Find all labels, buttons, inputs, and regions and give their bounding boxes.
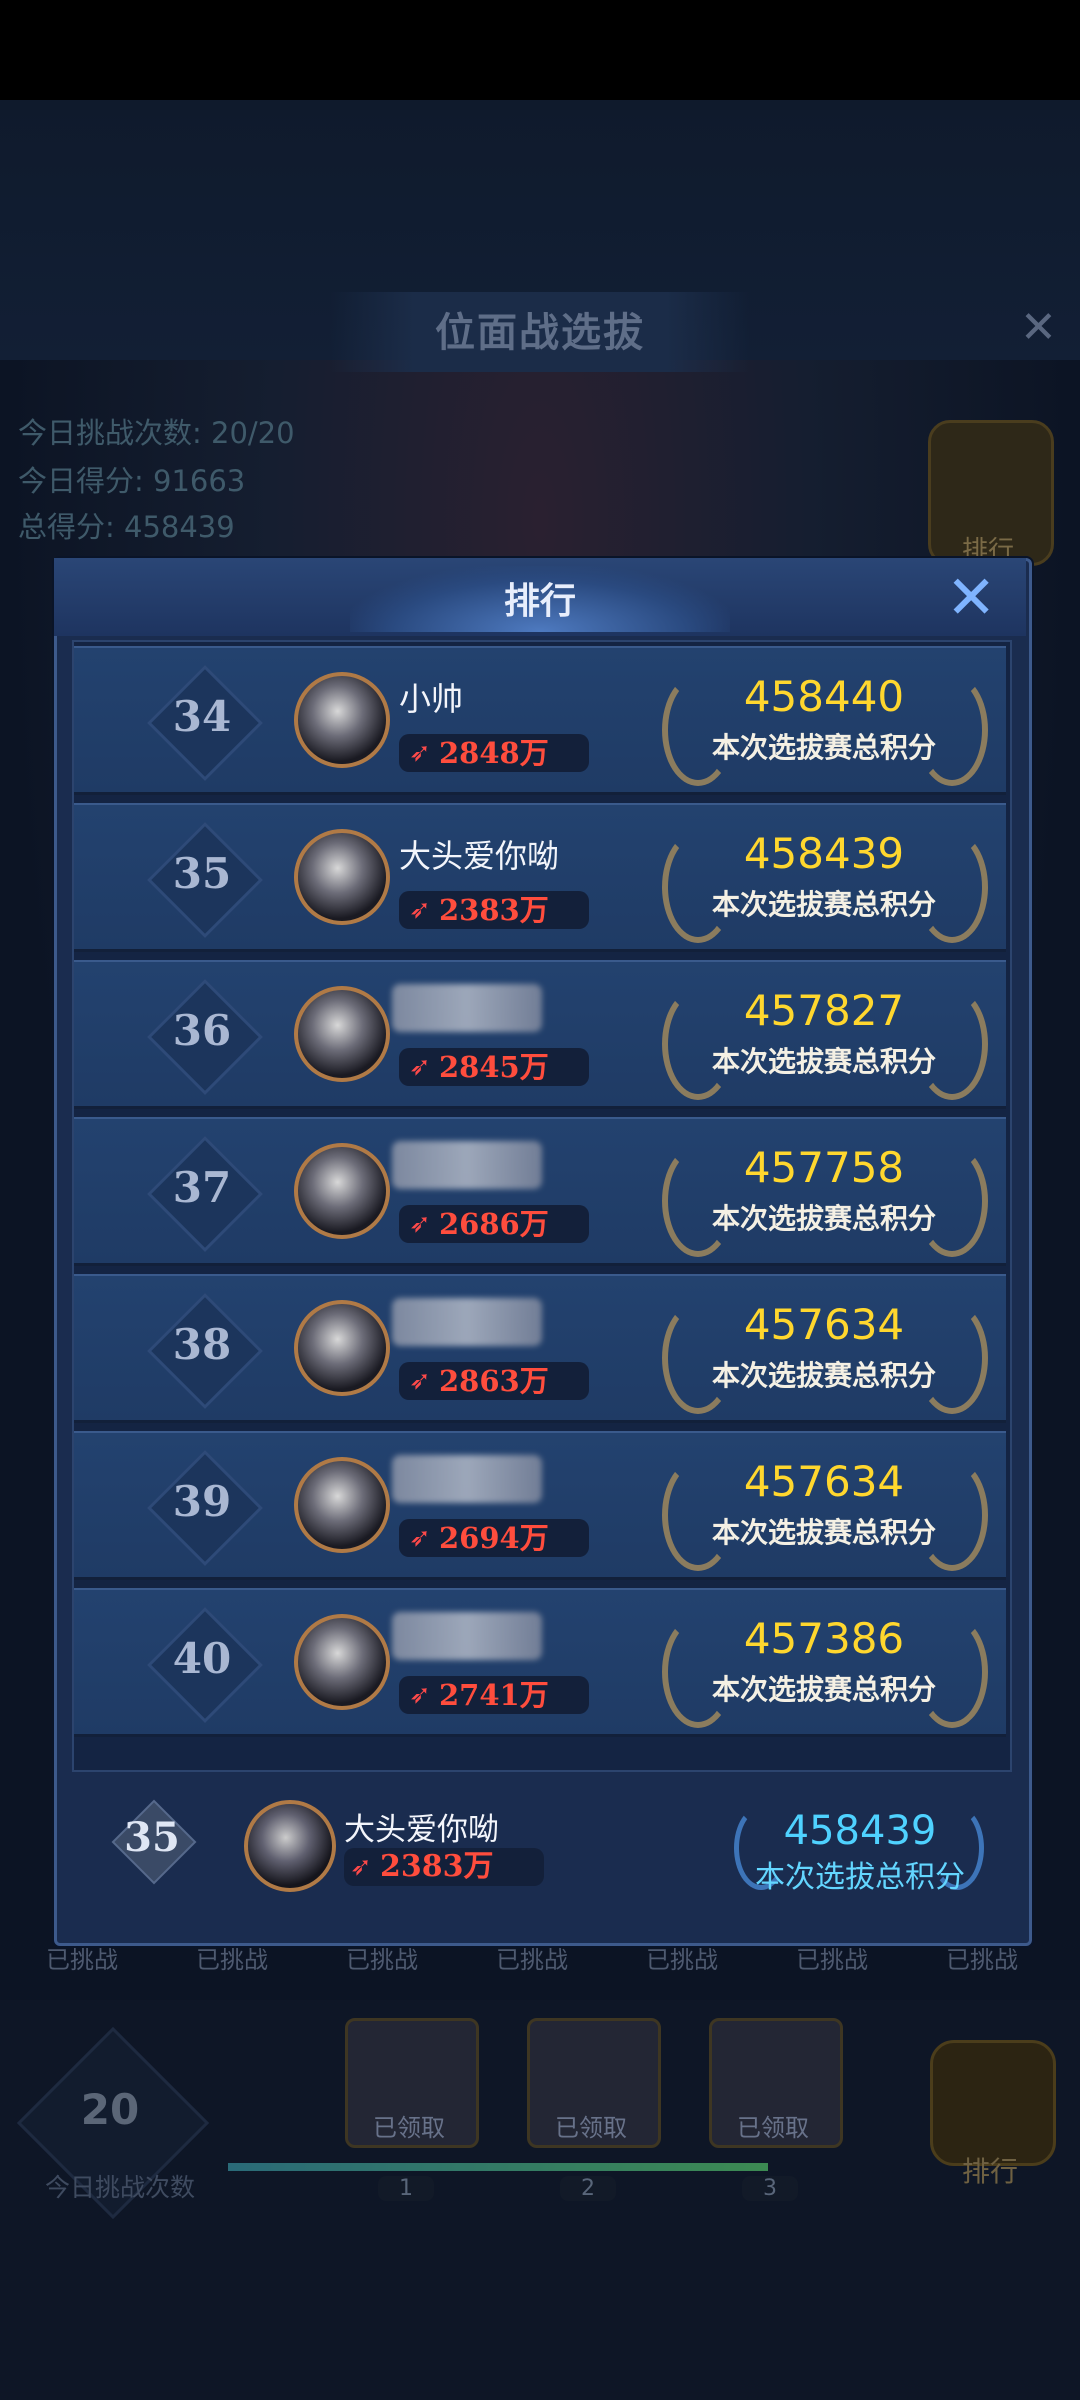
rank-number: 39 — [172, 1477, 232, 1526]
score-caption: 本次选拔赛总积分 — [711, 1202, 936, 1235]
chest-2-label: 已领取 — [555, 2114, 627, 2142]
attempts-count: 20 — [80, 2085, 140, 2134]
self-avatar[interactable] — [244, 1800, 336, 1892]
ranking-row[interactable]: 36 ➶ 2845万 457827 本次选拔赛总积分 — [74, 960, 1006, 1109]
power-icon: ➶ — [409, 895, 431, 925]
self-rank: 35 — [124, 1814, 180, 1861]
chest-2-number: 2 — [560, 2176, 616, 2201]
player-power: 2383万 — [439, 893, 549, 927]
score-caption: 本次选拔赛总积分 — [711, 888, 936, 921]
player-name: 小帅 — [399, 680, 464, 718]
trophy-icon — [930, 2040, 1056, 2166]
score-caption: 本次选拔赛总积分 — [711, 1045, 936, 1078]
background-close-icon: ✕ — [1020, 302, 1057, 353]
power-icon: ➶ — [409, 1209, 431, 1239]
player-avatar[interactable] — [294, 1143, 390, 1239]
background-title: 位面战选拔 — [435, 310, 645, 356]
chest-1-label: 已领取 — [373, 2114, 445, 2142]
power-icon: ➶ — [409, 1680, 431, 1710]
modal-title: 排行 — [503, 581, 576, 622]
player-avatar[interactable] — [294, 672, 390, 768]
player-avatar[interactable] — [294, 1300, 390, 1396]
player-power: 2686万 — [439, 1207, 549, 1241]
score-caption: 本次选拔赛总积分 — [711, 1673, 936, 1706]
score-caption: 本次选拔赛总积分 — [711, 1516, 936, 1549]
self-name: 大头爱你呦 — [344, 1812, 499, 1848]
score-today-stat: 今日得分: 91663 — [18, 464, 246, 498]
player-name-blurred — [392, 1298, 542, 1346]
rank-number: 38 — [172, 1320, 232, 1369]
power-icon: ➶ — [409, 1052, 431, 1082]
player-name-blurred — [392, 984, 542, 1032]
player-score: 458440 — [743, 672, 905, 721]
self-score: 458439 — [783, 1808, 937, 1854]
player-avatar[interactable] — [294, 829, 390, 925]
total-score-stat: 总得分: 458439 — [18, 510, 235, 544]
player-name: 大头爱你呦 — [399, 837, 560, 875]
player-avatar[interactable] — [294, 1457, 390, 1553]
power-icon: ➶ — [409, 1523, 431, 1553]
ranking-row[interactable]: 34 小帅 ➶ 2848万 458440 本次选拔赛总积分 — [74, 646, 1006, 795]
player-name-blurred — [392, 1141, 542, 1189]
rank-number: 37 — [172, 1163, 232, 1212]
rank-number: 35 — [172, 849, 232, 898]
player-power: 2848万 — [439, 736, 549, 770]
ranking-row[interactable]: 39 ➶ 2694万 457634 本次选拔赛总积分 — [74, 1431, 1006, 1580]
player-power: 2845万 — [439, 1050, 549, 1084]
ranking-row[interactable]: 37 ➶ 2686万 457758 本次选拔赛总积分 — [74, 1117, 1006, 1266]
player-score: 457827 — [743, 986, 905, 1035]
chest-3-number: 3 — [742, 2176, 798, 2201]
challenges-today-stat: 今日挑战次数: 20/20 — [18, 416, 295, 450]
chest-1-number: 1 — [378, 2176, 434, 2201]
player-name-blurred — [392, 1612, 542, 1660]
ranking-row[interactable]: 35 大头爱你呦 ➶ 2383万 458439 本次选拔赛总积分 — [74, 803, 1006, 952]
player-name-blurred — [392, 1455, 542, 1503]
self-power: 2383万 — [380, 1849, 494, 1884]
self-power-icon: ➶ — [350, 1852, 372, 1882]
ranking-row[interactable]: 38 ➶ 2863万 457634 本次选拔赛总积分 — [74, 1274, 1006, 1423]
score-caption: 本次选拔赛总积分 — [711, 1359, 936, 1392]
trophy-rank-label: 排行 — [961, 2155, 1018, 2188]
player-avatar[interactable] — [294, 986, 390, 1082]
player-score: 457634 — [743, 1300, 905, 1349]
self-score-caption: 本次选拔总积分 — [755, 1860, 965, 1895]
chest-progress-fill — [228, 2163, 768, 2171]
player-avatar[interactable] — [294, 1614, 390, 1710]
attempts-label: 今日挑战次数 — [44, 2173, 195, 2202]
player-score: 457634 — [743, 1457, 905, 1506]
power-icon: ➶ — [409, 738, 431, 768]
player-score: 457386 — [743, 1614, 905, 1663]
power-icon: ➶ — [409, 1366, 431, 1396]
player-power: 2863万 — [439, 1364, 549, 1398]
player-power: 2741万 — [439, 1678, 549, 1712]
rank-number: 36 — [172, 1006, 232, 1055]
status-bar — [0, 0, 1080, 100]
score-caption: 本次选拔赛总积分 — [711, 731, 936, 764]
player-score: 458439 — [743, 829, 905, 878]
chest-3-label: 已领取 — [737, 2114, 809, 2142]
ranking-row[interactable]: 40 ➶ 2741万 457386 本次选拔赛总积分 — [74, 1588, 1006, 1737]
rank-number: 40 — [172, 1634, 232, 1683]
player-power: 2694万 — [439, 1521, 549, 1555]
close-icon[interactable]: ✕ — [946, 568, 996, 628]
player-score: 457758 — [743, 1143, 905, 1192]
rank-number: 34 — [172, 692, 232, 741]
